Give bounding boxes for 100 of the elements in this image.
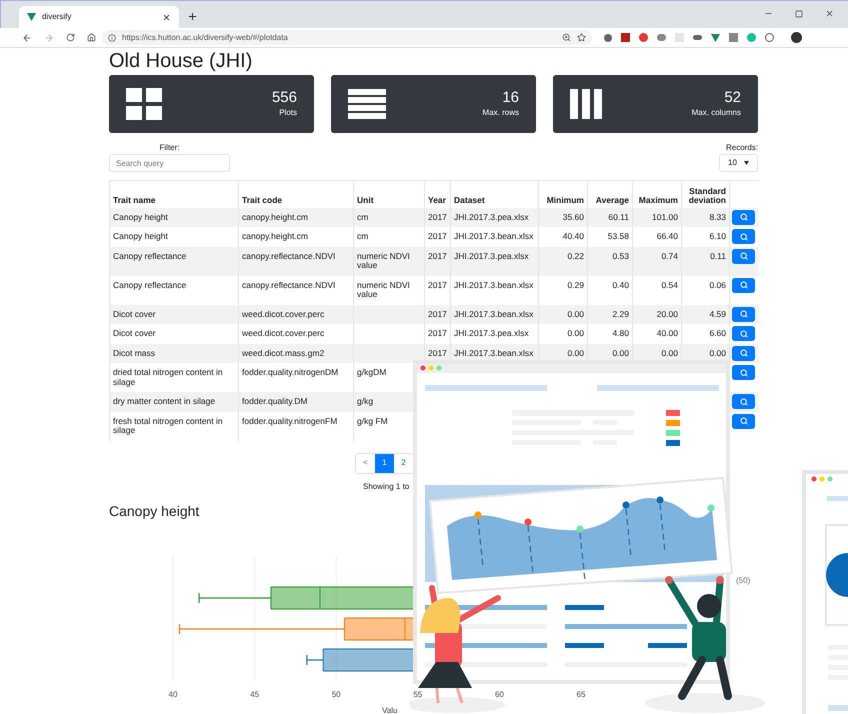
table-cell: 0.00 [567, 328, 584, 338]
search-button[interactable] [732, 414, 755, 428]
table-cell: 0.00 [709, 348, 726, 358]
table-cell: 66.40 [656, 231, 678, 241]
extension-icon[interactable] [604, 34, 612, 42]
table-cell: numeric NDVI value [357, 250, 410, 270]
search-button[interactable] [732, 278, 755, 292]
search-icon [740, 398, 748, 406]
new-tab-icon[interactable] [187, 11, 198, 22]
table-cell: fodder.quality.nitrogenDM [242, 367, 338, 377]
axis-tick-label: 55 [413, 690, 422, 700]
table-cell: 0.00 [661, 348, 678, 358]
forward-icon[interactable] [44, 32, 54, 42]
stat-label: Max. rows [482, 107, 519, 119]
close-icon[interactable] [825, 9, 834, 18]
table-cell: 0.74 [661, 250, 678, 260]
zoom-icon[interactable] [562, 33, 571, 42]
axis-tick-label: 40 [168, 690, 178, 700]
data-point [622, 502, 630, 508]
star-icon[interactable] [577, 33, 586, 42]
table-cell: fodder.quality.nitrogenFM [242, 416, 338, 426]
data-point [576, 526, 584, 532]
page-button[interactable]: 1 [375, 454, 394, 472]
filter-label: Filter: [160, 143, 180, 153]
table-cell: JHI.2017.3.pea.xlsx [454, 212, 529, 222]
search-icon [740, 310, 748, 318]
table-cell: 0.53 [612, 250, 629, 260]
table-cell: 2017 [428, 250, 447, 260]
search-button[interactable] [732, 306, 755, 322]
table-cell: g/kg [357, 396, 374, 406]
search-button[interactable] [732, 229, 755, 244]
search-button[interactable] [732, 346, 755, 360]
back-icon[interactable] [22, 32, 32, 42]
table-cell: 0.06 [709, 280, 726, 290]
dashed-line [579, 532, 586, 582]
table-cell: Canopy reflectance [113, 280, 186, 290]
search-field[interactable]: Search query [109, 154, 230, 172]
records-select[interactable]: 10 [719, 154, 758, 172]
dashed-line [527, 526, 534, 574]
search-icon [740, 232, 748, 240]
table-cell: JHI.2017.3.bean.xlsx [454, 308, 534, 318]
table-cell: JHI.2017.3.bean.xlsx [454, 348, 534, 358]
maximize-icon[interactable] [795, 10, 803, 18]
table-cell: Dicot cover [113, 308, 156, 318]
search-button[interactable] [732, 248, 755, 264]
axis-tick-label: 60 [494, 690, 504, 700]
table-cell: 60.11 [608, 212, 629, 222]
v-logo-icon[interactable] [711, 34, 720, 42]
table-cell: 2017 [428, 308, 447, 318]
search-button[interactable] [732, 326, 755, 341]
rows-icon [348, 89, 386, 119]
table-cell: cm [357, 231, 368, 241]
table-cell: 4.80 [612, 328, 629, 338]
avatar-icon[interactable] [791, 32, 802, 43]
table-cell: 101.00 [652, 212, 678, 222]
search-icon [740, 252, 748, 260]
table-cell: 0.29 [567, 280, 584, 290]
search-icon [740, 417, 748, 425]
table-cell: Canopy height [113, 212, 168, 222]
axis-tick-label: 50 [332, 690, 341, 700]
home-icon[interactable] [87, 33, 96, 42]
table-cell: 0.11 [710, 250, 726, 260]
table-cell: 2017 [428, 280, 447, 290]
table-cell: weed.dicot.cover.perc [242, 328, 324, 338]
table-cell: canopy.height.cm [242, 231, 308, 241]
search-button[interactable] [732, 365, 755, 380]
table-cell: 2017 [428, 328, 447, 338]
table-cell: 40.00 [656, 328, 678, 338]
dashed-line [659, 504, 666, 552]
table-cell: weed.dicot.cover.perc [242, 308, 324, 318]
data-point [524, 518, 532, 526]
table-cell: 2017 [428, 348, 447, 358]
table-cell: 0.40 [612, 280, 629, 290]
close-icon[interactable] [162, 12, 171, 22]
caret-icon [744, 161, 749, 165]
data-point [474, 512, 482, 518]
search-button[interactable] [732, 394, 755, 409]
table-cell: 2017 [428, 231, 447, 241]
stat-value: 556 [272, 89, 297, 107]
search-icon [740, 213, 748, 221]
table-cell: Dicot mass [113, 348, 156, 358]
table-cell: Canopy height [113, 231, 168, 241]
stat-label: Plots [279, 107, 297, 119]
reload-icon[interactable] [66, 33, 75, 42]
search-button[interactable] [732, 210, 755, 224]
table-cell: JHI.2017.3.bean.xlsx [454, 280, 534, 290]
url-field[interactable]: https://ics.hutton.ac.uk/diversify-web/#/plotdata [102, 30, 592, 45]
page-title: Old House (JHI) [109, 49, 254, 74]
table-cell: dried total nitrogen content in silage [113, 367, 223, 386]
axis-tick-label: 65 [576, 690, 586, 700]
search-icon [740, 330, 748, 338]
table-cell: 0.00 [567, 308, 584, 318]
table-cell: 6.10 [709, 231, 726, 241]
browser-tab[interactable]: diversify [19, 6, 179, 28]
plot-title: Canopy height [109, 502, 200, 520]
table-cell: weed.dicot.mass.gm2 [242, 348, 324, 358]
v-logo-icon [27, 13, 36, 21]
records-label: Records: [726, 143, 758, 153]
grid-icon [126, 88, 162, 120]
table-cell: canopy.reflectance.NDVI [242, 280, 336, 290]
